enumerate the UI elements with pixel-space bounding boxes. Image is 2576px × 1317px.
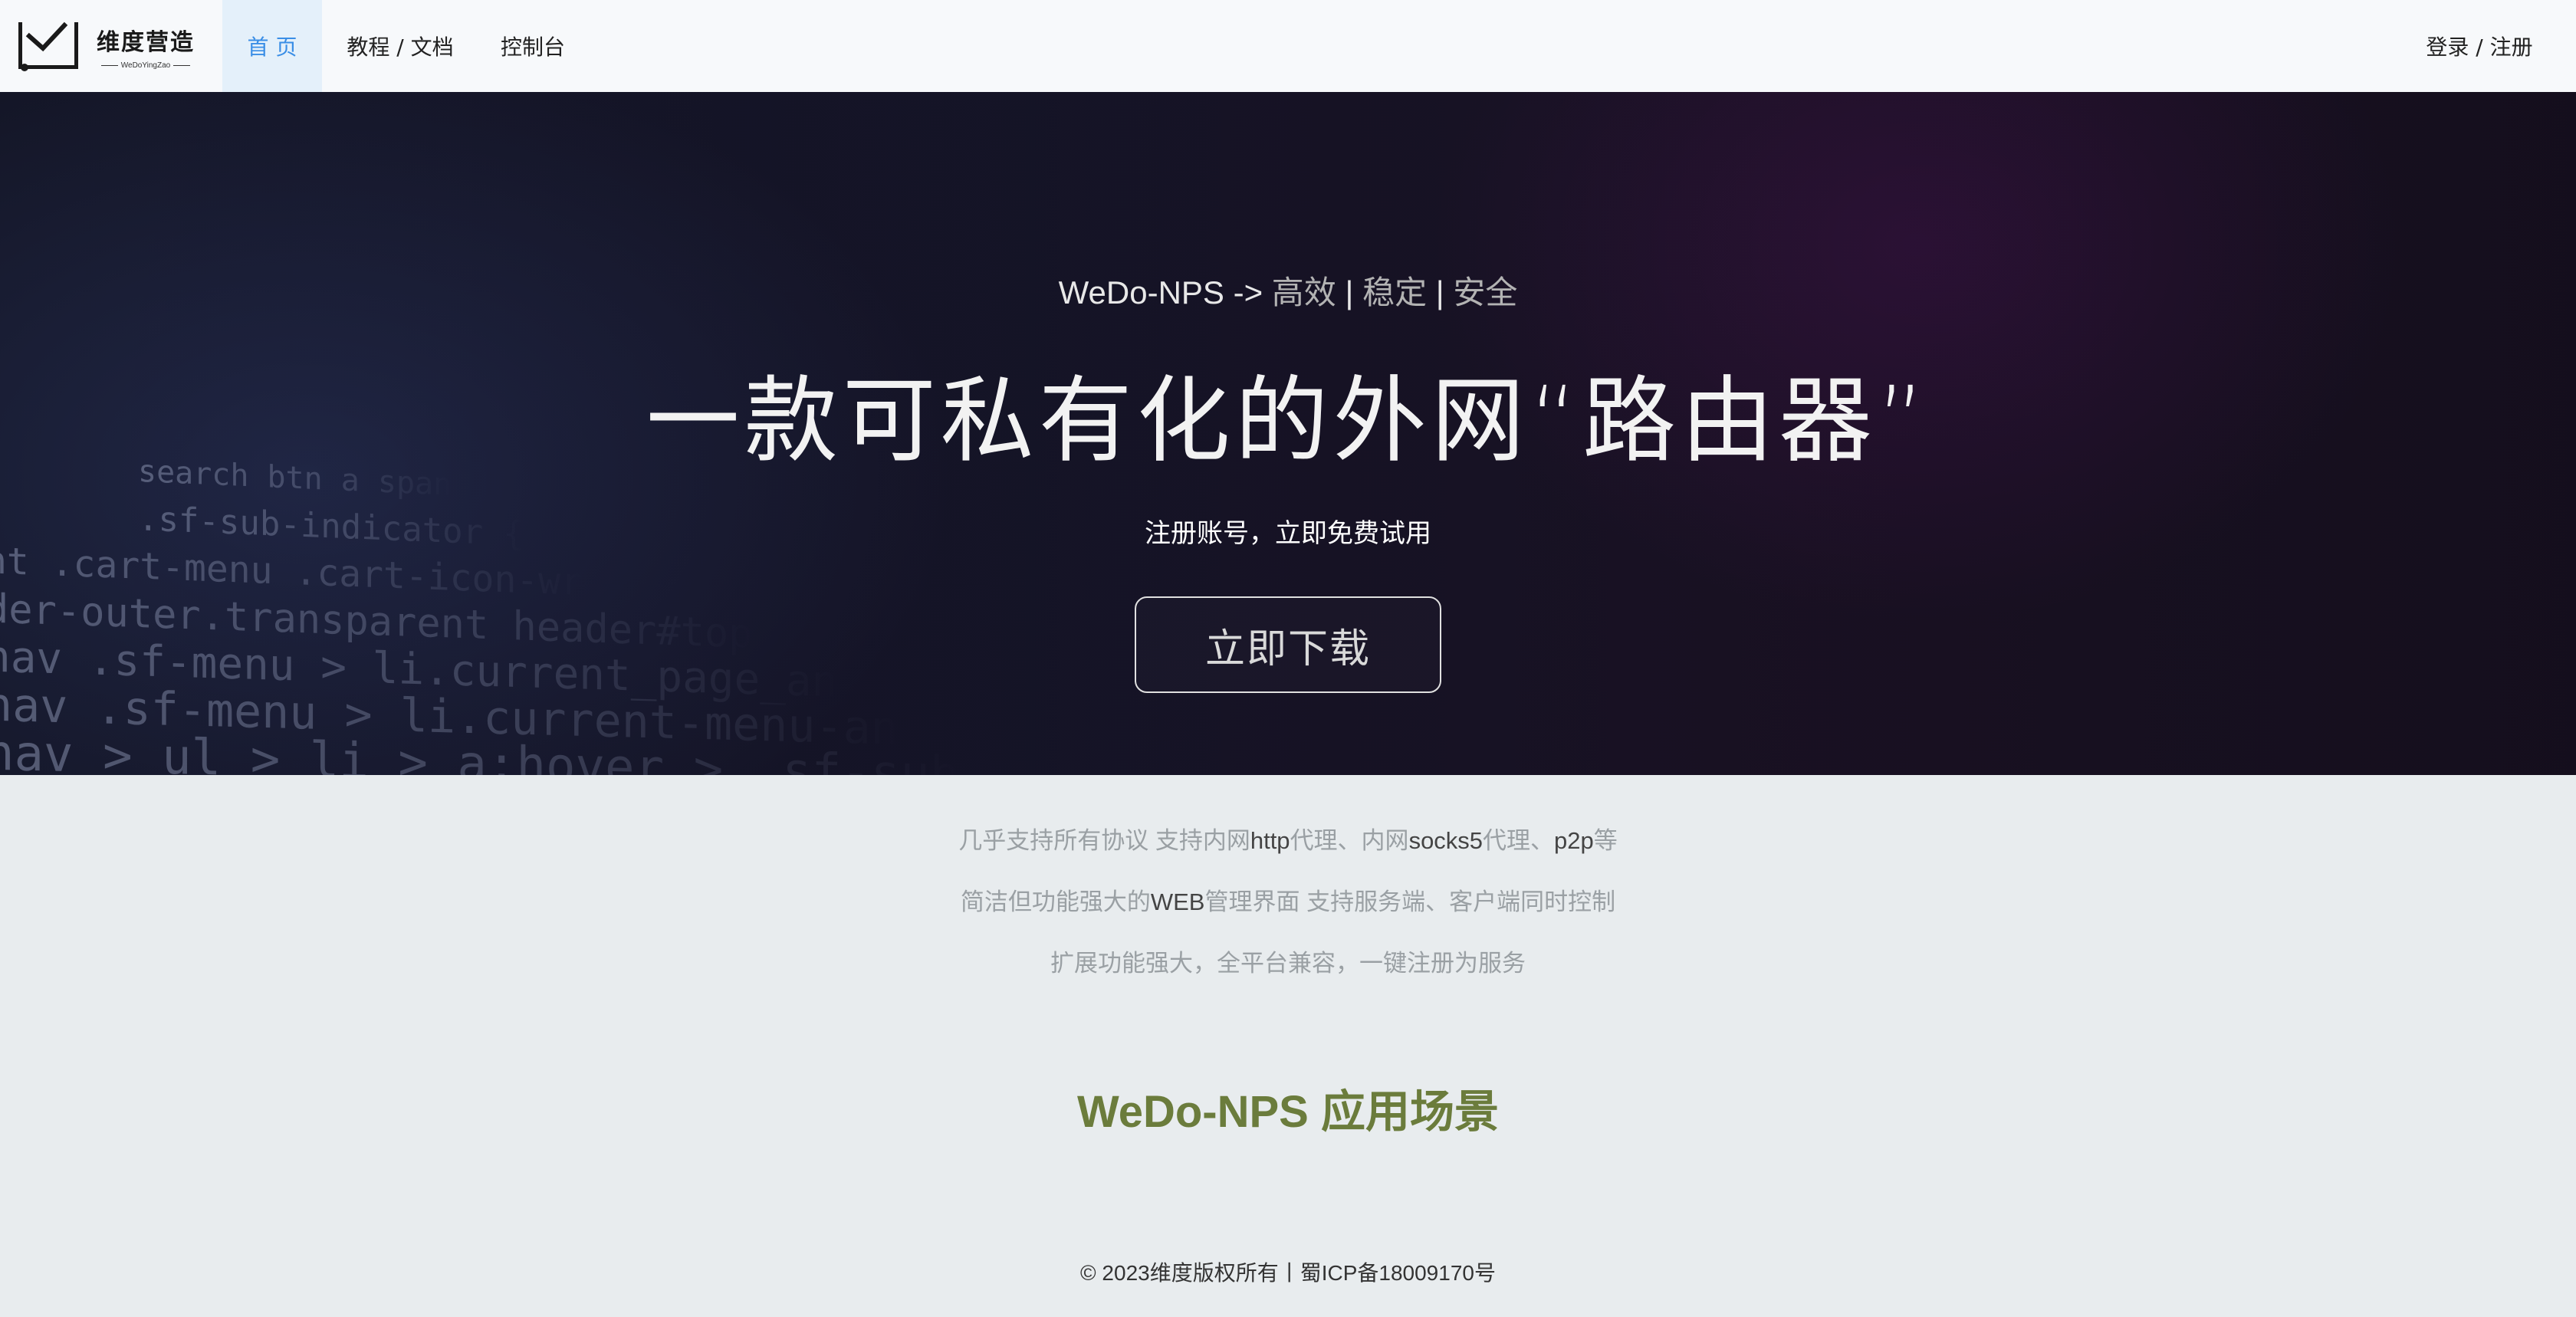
brand-logo-link[interactable]: 维度营造 WeDoYingZao <box>17 18 195 74</box>
feature-text: 代理、内网 <box>1290 827 1409 854</box>
nav-login-register[interactable]: 登录 / 注册 <box>2418 0 2541 92</box>
feature-text: 管理界面 支持服务端、客户端同时控制 <box>1204 888 1616 915</box>
hero-subtitle: 注册账号，立即免费试用 <box>1145 518 1431 549</box>
tagline-secure: 安全 <box>1453 274 1518 310</box>
hero-title: 一款可私有化的外网“路由器” <box>646 366 1930 475</box>
top-navbar: 维度营造 WeDoYingZao 首 页 教程 / 文档 控制台 登录 / 注册 <box>0 0 2576 92</box>
hero-content: WeDo-NPS -> 高效 | 稳定 | 安全 一款可私有化的外网“路由器” … <box>0 92 2576 775</box>
nav-console[interactable]: 控制台 <box>489 0 577 92</box>
feature-text: 简洁但功能强大的 <box>960 888 1151 915</box>
tagline-separator: | <box>1336 274 1363 310</box>
wedo-logo-icon <box>18 21 78 71</box>
footer-copyright: © 2023维度版权所有丨蜀ICP备18009170号 <box>1080 1261 1496 1285</box>
brand-text: 维度营造 WeDoYingZao <box>97 23 195 70</box>
section-title-use-cases: WeDo-NPS 应用场景 <box>1077 1087 1499 1137</box>
feature-web-ui: 简洁但功能强大的WEB管理界面 支持服务端、客户端同时控制 <box>0 882 2576 917</box>
tagline-separator: | <box>1427 274 1454 310</box>
feature-text: 几乎支持所有协议 支持内网 <box>958 827 1250 854</box>
feature-highlight: p2p <box>1554 827 1594 854</box>
feature-highlight: socks5 <box>1408 827 1484 854</box>
feature-text: 代理、 <box>1483 827 1555 854</box>
download-button[interactable]: 立即下载 <box>1135 596 1441 693</box>
features-section: 几乎支持所有协议 支持内网http代理、内网socks5代理、p2p等 简洁但功… <box>0 775 2576 1317</box>
feature-extensibility: 扩展功能强大，全平台兼容，一键注册为服务 <box>1050 950 1526 977</box>
brand-name: 维度营造 <box>97 28 195 56</box>
feature-protocols: 几乎支持所有协议 支持内网http代理、内网socks5代理、p2p等 <box>0 821 2576 856</box>
feature-text: 等 <box>1593 827 1618 854</box>
nav-docs[interactable]: 教程 / 文档 <box>333 0 468 92</box>
nav-home[interactable]: 首 页 <box>222 0 322 92</box>
brand-subtitle: WeDoYingZao <box>98 61 193 70</box>
hero-banner: search btn a span.sf-sub-indicator {nt .… <box>0 92 2576 775</box>
tagline-efficient: 高效 <box>1271 274 1336 310</box>
feature-highlight: http <box>1250 827 1290 854</box>
hero-tagline: WeDo-NPS -> 高效 | 稳定 | 安全 <box>0 267 2576 314</box>
tagline-stable: 稳定 <box>1362 274 1428 310</box>
feature-highlight: WEB <box>1150 888 1205 915</box>
tagline-prefix: WeDo-NPS -> <box>1058 274 1272 310</box>
